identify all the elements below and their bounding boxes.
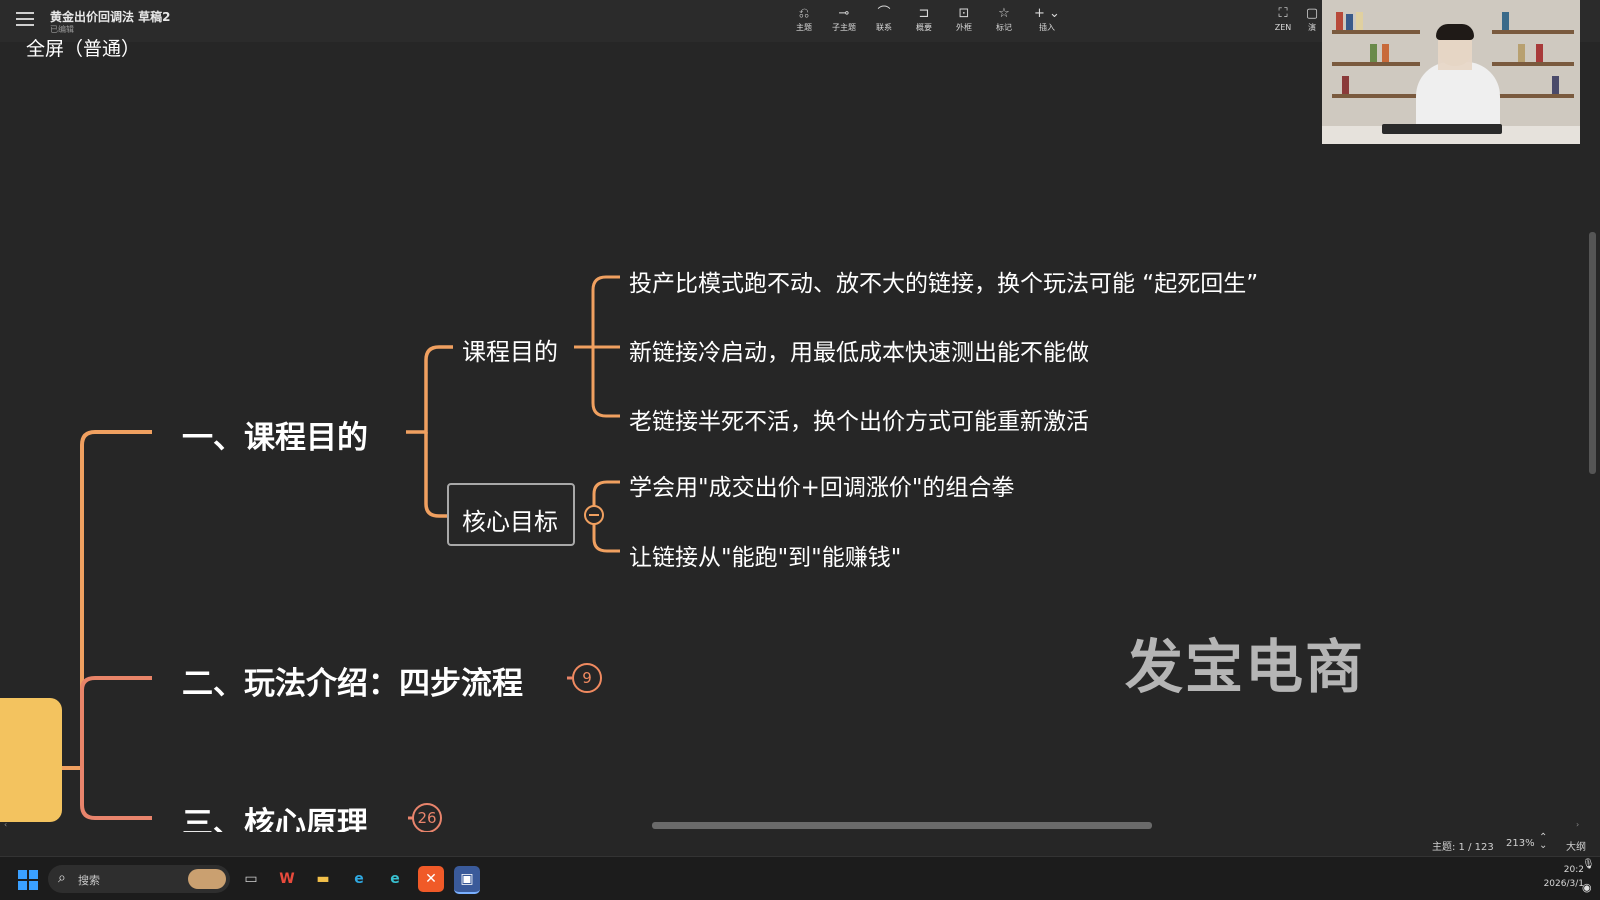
file-explorer-icon[interactable]: ▬ [310,866,336,892]
microphone-icon[interactable]: 🎙 [1582,859,1595,870]
scroll-left-icon[interactable]: ‹ [4,820,7,829]
sub1-item-2[interactable]: 新链接冷启动，用最低成本快速测出能不能做 [629,333,1089,367]
watermark: 发宝电商 [1125,633,1366,701]
presenter-hair [1436,24,1474,40]
xmind-icon[interactable]: ✕ [418,866,444,892]
outline-button[interactable]: 大纲 [1566,838,1586,853]
wps-icon[interactable]: W [274,866,300,892]
sub1-item-1[interactable]: 投产比模式跑不动、放不大的链接，换个玩法可能 “起死回生” [629,264,1258,298]
sub1-item1-connector [574,275,620,349]
branch3-connector [80,768,152,820]
search-icon: ⌕ [58,870,66,886]
zoom-level[interactable]: 213% [1506,838,1535,849]
sub1-item3-connector [591,347,620,418]
face-blur [1438,40,1472,70]
sub1-title[interactable]: 课程目的 [462,332,558,367]
branch2-title[interactable]: 二、玩法介绍：四步流程 [182,658,523,703]
webcam-overlay [1322,0,1580,144]
clock-time: 20:2 [1563,865,1584,875]
sub2-item-1[interactable]: 学会用"成交出价+回调涨价"的组合拳 [629,468,1014,502]
search-placeholder: 搜索 [78,874,100,887]
meeting-app-icon[interactable]: ▣ [454,866,480,894]
keyboard [1382,124,1502,134]
system-clock[interactable]: 20:2 2026/3/1 [1522,863,1584,891]
zoom-stepper-icon[interactable]: ⌃ ⌄ [1539,833,1547,851]
vertical-scrollbar[interactable] [1586,44,1598,818]
search-highlight-image [188,869,226,889]
sub2-connector [424,432,447,518]
task-view-icon[interactable]: ▭ [238,866,264,892]
scroll-right-icon[interactable]: › [1576,820,1579,829]
collapse-icon[interactable] [584,505,604,525]
branch1-connector [62,430,152,770]
sub2-title[interactable]: 核心目标 [462,502,558,537]
topic-count: 主题: 1 / 123 [1432,842,1494,853]
horizontal-scrollbar[interactable]: ‹ › [0,818,1586,830]
branch2-collapsed-count-badge[interactable]: 9 [572,663,602,693]
sub2-item-2[interactable]: 让链接从"能跑"到"能赚钱" [629,538,901,572]
root-topic-node[interactable] [0,698,62,822]
status-bar: 主题: 1 / 123 213% ⌃ ⌄ 大纲 [0,832,1600,856]
windows-start-icon[interactable] [18,870,38,890]
edge-dev-icon[interactable]: e [382,866,408,892]
horizontal-scroll-thumb[interactable] [652,822,1152,829]
vertical-scroll-thumb[interactable] [1589,232,1596,474]
edge-icon[interactable]: e [346,866,372,892]
sub1-connector [406,345,453,434]
sub1-item-3[interactable]: 老链接半死不活，换个出价方式可能重新激活 [629,402,1089,436]
taskbar-search-box[interactable]: ⌕ 搜索 [48,865,230,893]
clock-date: 2026/3/1 [1543,879,1584,889]
app-window: 黄金出价回调法 草稿2 已编辑 ⎌ 主题 ⊸ 子主题 ⌒ 联系 ⊐ 概要 ⊡ 外… [0,0,1600,900]
branch2-connector [80,676,152,768]
notification-icon[interactable]: ◉ [1582,881,1592,894]
windows-taskbar: ⌕ 搜索 ▭ W ▬ e e ✕ ▣ 20:2 2026/3/1 🎙 ◉ [0,856,1600,900]
branch1-title[interactable]: 一、课程目的 [182,412,368,457]
